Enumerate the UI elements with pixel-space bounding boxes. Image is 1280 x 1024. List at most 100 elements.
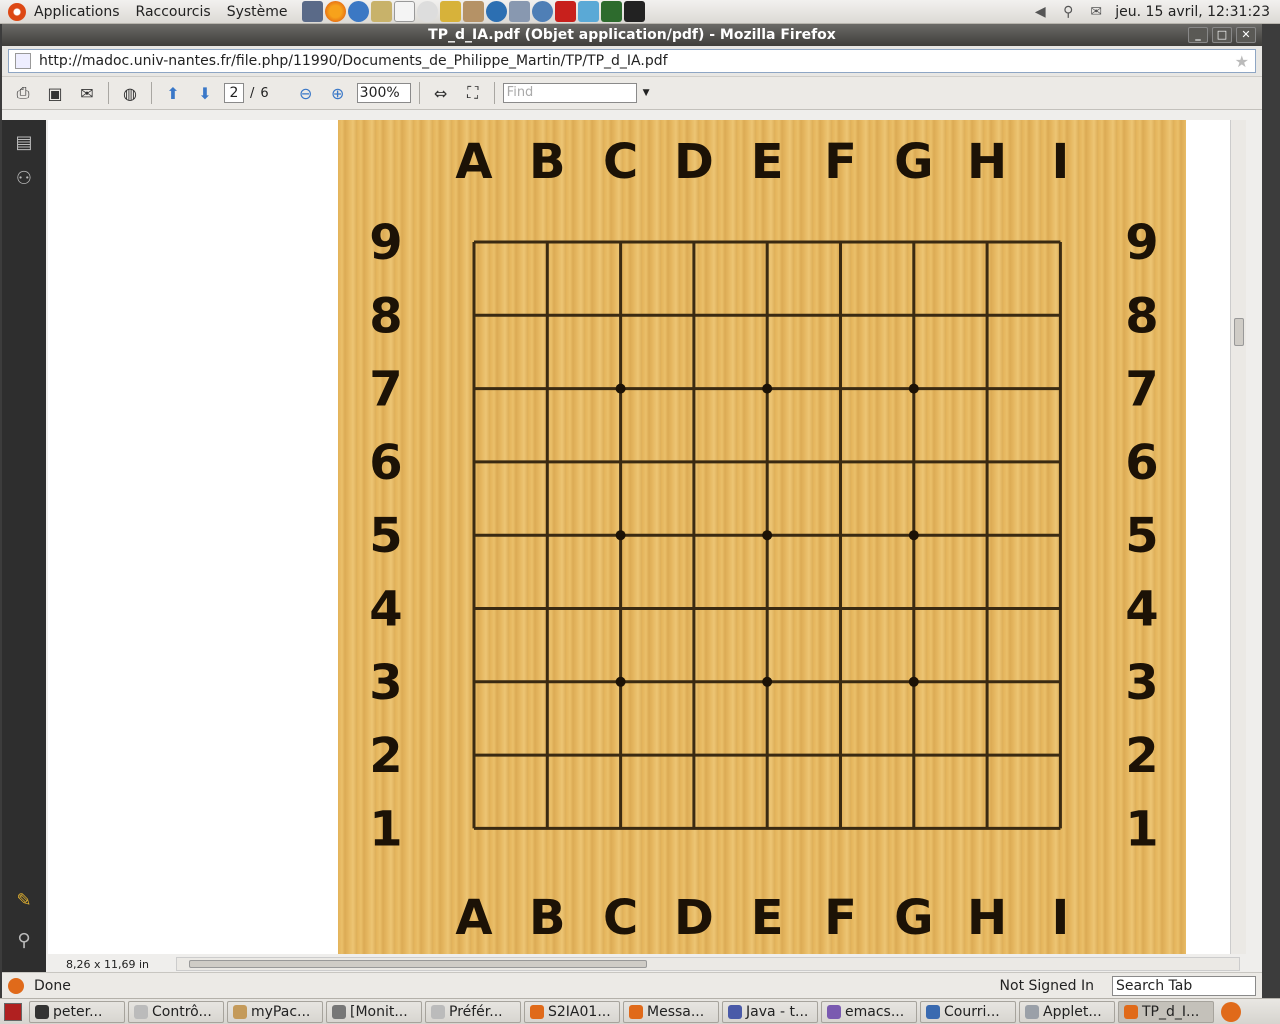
total-pages: 6 [260, 85, 269, 101]
bookmark-star-icon[interactable]: ★ [1235, 52, 1249, 71]
task-list: peter... Contrô... myPac... [Monit... Préfér… [29, 1000, 1214, 1023]
page-number-input[interactable]: 2 [224, 83, 244, 103]
acrobat-icon[interactable]: ◍ [117, 80, 143, 106]
sign-in-status[interactable]: Not Signed In [1000, 978, 1094, 994]
column-label-top: I [1051, 134, 1069, 190]
volume-icon[interactable]: ◀ [1031, 4, 1049, 20]
chrome-launcher-icon[interactable] [531, 1, 553, 22]
find-dropdown-icon[interactable]: ▼ [643, 88, 650, 98]
column-label-top: G [894, 134, 933, 190]
taskbar-app-icon [1124, 1004, 1138, 1019]
window-titlebar[interactable]: TP_d_IA.pdf (Objet application/pdf) - Mo… [2, 24, 1262, 46]
site-identity-icon[interactable] [15, 53, 31, 69]
board-star-point [762, 383, 773, 394]
toolbar-separator [108, 82, 109, 104]
show-desktop-icon[interactable] [4, 1002, 22, 1021]
taskbar-item[interactable]: S2IA01... [524, 1000, 620, 1023]
row-label-left: 1 [369, 801, 402, 857]
pdf-sidebar: ▤ ⚇ ✎ ⚲ [2, 120, 46, 978]
page-size-label: 8,26 x 11,69 in [66, 957, 150, 971]
taskbar-item[interactable]: Préfér... [425, 1000, 521, 1023]
vertical-scrollbar[interactable] [1230, 120, 1246, 954]
attachments-icon[interactable]: ⚲ [12, 930, 36, 954]
maximize-button[interactable]: □ [1212, 27, 1232, 43]
taskbar-item[interactable]: Contrô... [128, 1000, 224, 1023]
filezilla-launcher-icon[interactable] [554, 1, 576, 22]
search-launcher-icon[interactable] [416, 1, 438, 22]
url-text[interactable]: http://madoc.univ-nantes.fr/file.php/119… [39, 53, 668, 69]
zoom-select[interactable]: 300% [356, 83, 411, 103]
status-text: Done [34, 977, 71, 994]
print-icon[interactable]: ⎙ [10, 80, 36, 106]
taskbar-item[interactable]: Messa... [623, 1000, 719, 1023]
board-star-point [908, 676, 919, 687]
page-separator: / [250, 85, 255, 101]
taskbar-app-icon [728, 1004, 742, 1019]
taskbar-item[interactable]: Applet... [1019, 1000, 1115, 1023]
taskbar-item-label: emacs... [845, 1003, 905, 1020]
menu-applications[interactable]: Applications [26, 0, 128, 24]
monitor-launcher-icon[interactable] [600, 1, 622, 22]
vertical-scroll-thumb[interactable] [1234, 318, 1244, 346]
pages-panel-icon[interactable]: ▤ [12, 132, 36, 156]
column-label-top: F [824, 134, 857, 190]
previous-page-icon[interactable]: ⬆ [160, 80, 186, 106]
taskbar-item-label: S2IA01... [548, 1003, 611, 1020]
taskbar-item[interactable]: myPac... [227, 1000, 323, 1023]
gimp-launcher-icon[interactable] [462, 1, 484, 22]
horizontal-scroll-thumb[interactable] [189, 960, 647, 968]
back-launcher-icon[interactable] [301, 1, 323, 22]
taskbar-app-icon [926, 1004, 940, 1019]
board-star-point [908, 530, 919, 541]
board-star-point [615, 676, 626, 687]
zoom-out-icon[interactable]: ⊖ [293, 80, 319, 106]
firefox-tray-icon[interactable] [1221, 1001, 1241, 1022]
taskbar-item[interactable]: emacs... [821, 1000, 917, 1023]
next-page-icon[interactable]: ⬇ [192, 80, 218, 106]
twitter-launcher-icon[interactable] [577, 1, 599, 22]
calendar-launcher-icon[interactable] [508, 1, 530, 22]
terminal-launcher-icon[interactable] [623, 1, 645, 22]
system-tray: ◀ ⚲ ✉ jeu. 15 avril, 12:31:23 [1031, 4, 1280, 20]
board-star-point [908, 383, 919, 394]
fit-page-icon[interactable]: ⛶ [460, 80, 486, 106]
taskbar-app-icon [134, 1004, 148, 1019]
fit-width-icon[interactable]: ⇔ [428, 80, 454, 106]
input-method-launcher-icon[interactable] [393, 1, 415, 22]
pdf-content: ▤ ⚇ ✎ ⚲ AABBCCDDEEFFGGHHII99887766554433… [2, 120, 1262, 978]
minimize-button[interactable]: _ [1188, 27, 1208, 43]
taskbar-item[interactable]: [Monit... [326, 1000, 422, 1023]
find-input[interactable]: Find [502, 83, 637, 103]
save-icon[interactable]: ▣ [42, 80, 68, 106]
row-label-left: 6 [369, 435, 402, 491]
taskbar-item[interactable]: peter... [29, 1000, 125, 1023]
archive-launcher-icon[interactable] [370, 1, 392, 22]
horizontal-scrollbar[interactable] [176, 957, 1240, 971]
clock[interactable]: jeu. 15 avril, 12:31:23 [1115, 4, 1270, 20]
mail-icon[interactable]: ✉ [1087, 4, 1105, 20]
help-launcher-icon[interactable] [347, 1, 369, 22]
menu-raccourcis[interactable]: Raccourcis [128, 0, 219, 24]
comments-icon[interactable]: ✎ [12, 890, 36, 914]
firefox-launcher-icon[interactable] [324, 1, 346, 22]
network-launcher-icon[interactable] [485, 1, 507, 22]
document-viewport[interactable]: AABBCCDDEEFFGGHHII998877665544332211 [48, 120, 1246, 954]
url-bar[interactable]: http://madoc.univ-nantes.fr/file.php/119… [8, 49, 1256, 73]
magnet-launcher-icon[interactable] [439, 1, 461, 22]
taskbar-item[interactable]: Java - t... [722, 1000, 818, 1023]
taskbar-item[interactable]: TP_d_I... [1118, 1000, 1214, 1023]
menu-systeme[interactable]: Système [219, 0, 296, 24]
close-button[interactable]: ✕ [1236, 27, 1256, 43]
firefox-status-icon [8, 977, 24, 994]
column-label-bottom: D [674, 890, 714, 946]
ubuntu-logo-icon[interactable] [8, 2, 26, 21]
search-binoculars-icon[interactable]: ⚇ [12, 168, 36, 192]
navigation-bar: http://madoc.univ-nantes.fr/file.php/119… [2, 46, 1262, 76]
search-tab-input[interactable]: Search Tab [1112, 975, 1256, 996]
email-icon[interactable]: ✉ [74, 80, 100, 106]
search-icon[interactable]: ⚲ [1059, 4, 1077, 20]
taskbar-app-icon [431, 1004, 445, 1019]
taskbar-item[interactable]: Courri... [920, 1000, 1016, 1023]
taskbar-item-label: TP_d_I... [1142, 1003, 1200, 1020]
zoom-in-icon[interactable]: ⊕ [325, 80, 351, 106]
